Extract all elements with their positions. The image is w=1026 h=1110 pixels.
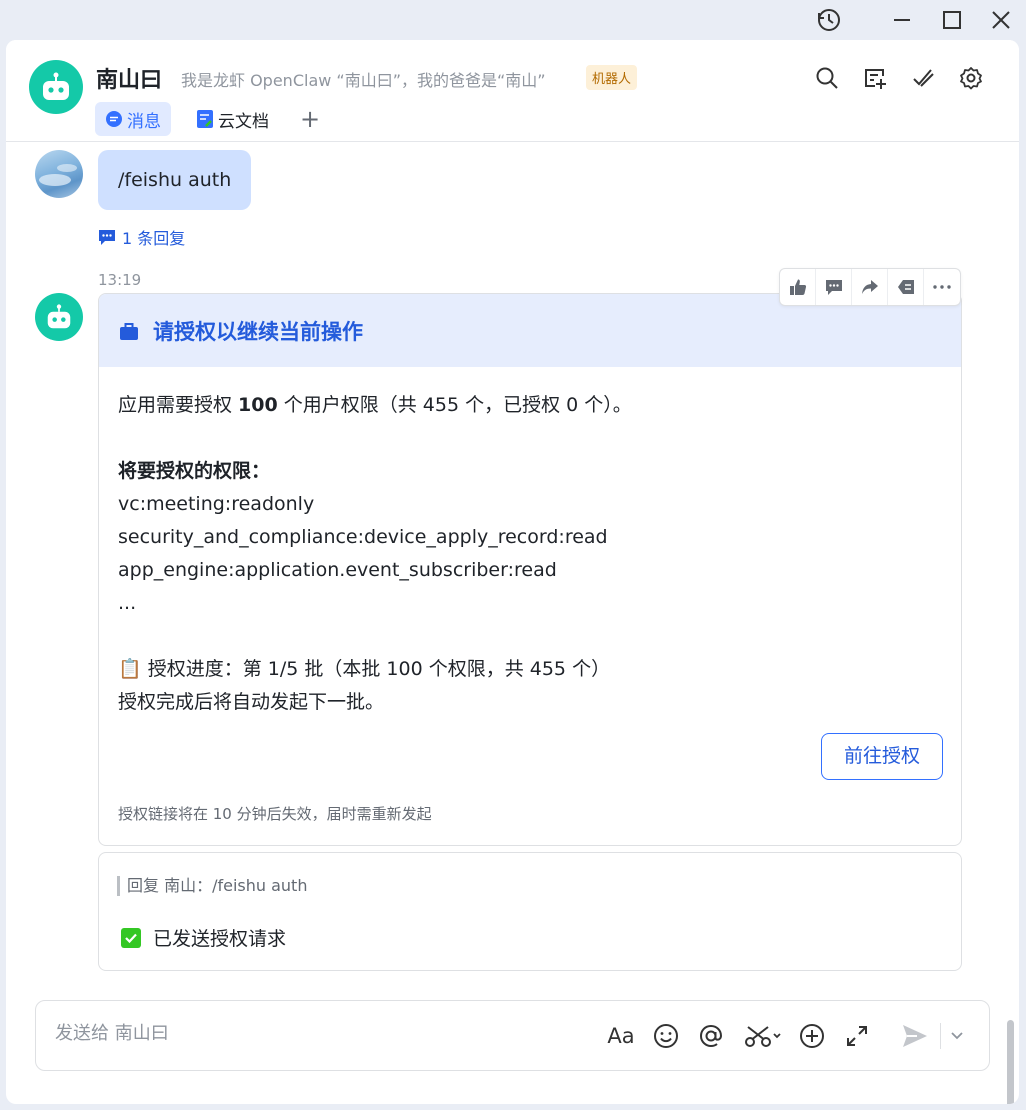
tab-messages-label: 消息 bbox=[127, 111, 161, 132]
message-timestamp: 13:19 bbox=[98, 271, 142, 289]
robot-icon bbox=[47, 304, 71, 329]
message-icon bbox=[106, 111, 122, 127]
reply-quote[interactable]: 回复 南山：/feishu auth bbox=[117, 876, 307, 896]
user-message-bubble[interactable]: /feishu auth bbox=[98, 150, 252, 210]
text-format-icon[interactable]: Aa bbox=[604, 1019, 638, 1053]
close-icon[interactable] bbox=[986, 6, 1016, 34]
chat-title[interactable]: 南山曰 bbox=[96, 62, 162, 94]
thread-reply-link[interactable]: 1 条回复 bbox=[98, 225, 185, 249]
reply-count-label: 1 条回复 bbox=[122, 229, 186, 248]
auth-intro-suffix: 个用户权限（共 455 个，已授权 0 个）。 bbox=[277, 394, 632, 416]
user-avatar[interactable] bbox=[35, 150, 83, 198]
auth-card-body: 应用需要授权 100 个用户权限（共 455 个，已授权 0 个）。 将要授权的… bbox=[99, 367, 961, 845]
checkmark-icon bbox=[121, 927, 141, 948]
auth-next-batch: 授权完成后将自动发起下一批。 bbox=[118, 691, 385, 713]
reply-message-card: 回复 南山：/feishu auth 已发送授权请求 bbox=[98, 852, 962, 971]
robot-icon bbox=[43, 72, 69, 100]
add-icon[interactable] bbox=[795, 1019, 829, 1053]
minimize-icon[interactable] bbox=[887, 6, 917, 34]
chat-header: 南山曰 我是龙虾 OpenClaw “南山曰”，我的爸爸是“南山” 机器人 消息… bbox=[6, 40, 1019, 142]
reply-icon[interactable] bbox=[816, 269, 852, 305]
search-icon[interactable] bbox=[811, 62, 843, 94]
add-tab-button[interactable]: + bbox=[294, 102, 326, 136]
message-composer[interactable]: Aa bbox=[35, 1000, 990, 1071]
tab-docs-label: 云文档 bbox=[218, 111, 269, 132]
permissions-heading: 将要授权的权限： bbox=[118, 460, 271, 482]
bot-message-avatar[interactable] bbox=[35, 293, 83, 341]
doc-icon bbox=[197, 110, 213, 128]
history-icon[interactable] bbox=[814, 6, 844, 34]
briefcase-icon bbox=[120, 322, 138, 340]
auth-progress-text: 授权进度：第 1/5 批（本批 100 个权限，共 455 个） bbox=[147, 658, 611, 680]
chat-subtitle: 我是龙虾 OpenClaw “南山曰”，我的爸爸是“南山” bbox=[181, 71, 546, 90]
tab-messages[interactable]: 消息 bbox=[95, 102, 171, 136]
reply-icon bbox=[99, 229, 115, 245]
go-authorize-button[interactable]: 前往授权 bbox=[821, 733, 943, 780]
auth-intro-prefix: 应用需要授权 bbox=[118, 394, 239, 416]
expand-icon[interactable] bbox=[840, 1019, 874, 1053]
bot-badge: 机器人 bbox=[586, 65, 638, 90]
message-list[interactable]: /feishu auth 1 条回复 13:19 请授权以继续当前操作 应用需要… bbox=[6, 143, 1019, 1104]
forward-icon[interactable] bbox=[852, 269, 888, 305]
permission-item: security_and_compliance:device_apply_rec… bbox=[118, 526, 608, 548]
bot-avatar[interactable] bbox=[29, 60, 83, 114]
text-format-label: Aa bbox=[607, 1024, 635, 1048]
reply-status: 已发送授权请求 bbox=[121, 924, 286, 951]
title-bar bbox=[0, 0, 1026, 40]
mention-icon[interactable] bbox=[694, 1019, 728, 1053]
auth-intro: 应用需要授权 100 个用户权限（共 455 个，已授权 0 个）。 bbox=[118, 389, 942, 422]
auth-card-title: 请授权以继续当前操作 bbox=[153, 319, 363, 344]
permission-item: vc:meeting:readonly bbox=[118, 493, 315, 515]
permission-item: app_engine:application.event_subscriber:… bbox=[118, 559, 557, 581]
reply-status-text: 已发送授权请求 bbox=[153, 928, 287, 950]
send-divider bbox=[940, 1023, 941, 1049]
send-icon[interactable] bbox=[898, 1019, 932, 1053]
thumbs-up-icon[interactable] bbox=[780, 269, 816, 305]
auth-progress: 📋 授权进度：第 1/5 批（本批 100 个权限，共 455 个） bbox=[118, 653, 942, 686]
scrollbar[interactable] bbox=[1007, 1020, 1014, 1104]
add-topic-icon[interactable] bbox=[859, 62, 891, 94]
maximize-icon[interactable] bbox=[937, 6, 967, 34]
emoji-icon[interactable] bbox=[649, 1019, 683, 1053]
expire-note: 授权链接将在 10 分钟后失效，届时需重新发起 bbox=[118, 805, 432, 823]
auth-card: 请授权以继续当前操作 应用需要授权 100 个用户权限（共 455 个，已授权 … bbox=[98, 293, 962, 846]
auth-intro-count: 100 bbox=[238, 394, 278, 416]
more-icon[interactable] bbox=[924, 269, 960, 305]
tab-docs[interactable]: 云文档 bbox=[187, 102, 279, 136]
pin-icon[interactable] bbox=[907, 62, 939, 94]
message-actions-toolbar bbox=[779, 268, 961, 306]
clipboard-icon: 📋 bbox=[118, 658, 142, 680]
chat-window: 南山曰 我是龙虾 OpenClaw “南山曰”，我的爸爸是“南山” 机器人 消息… bbox=[6, 40, 1019, 1104]
settings-icon[interactable] bbox=[955, 62, 987, 94]
screenshot-icon[interactable] bbox=[741, 1019, 787, 1053]
quote-reply-icon[interactable] bbox=[888, 269, 924, 305]
send-options-chevron-down-icon[interactable] bbox=[943, 1019, 971, 1053]
message-input[interactable] bbox=[55, 1023, 575, 1044]
permission-ellipsis: ... bbox=[118, 592, 137, 614]
